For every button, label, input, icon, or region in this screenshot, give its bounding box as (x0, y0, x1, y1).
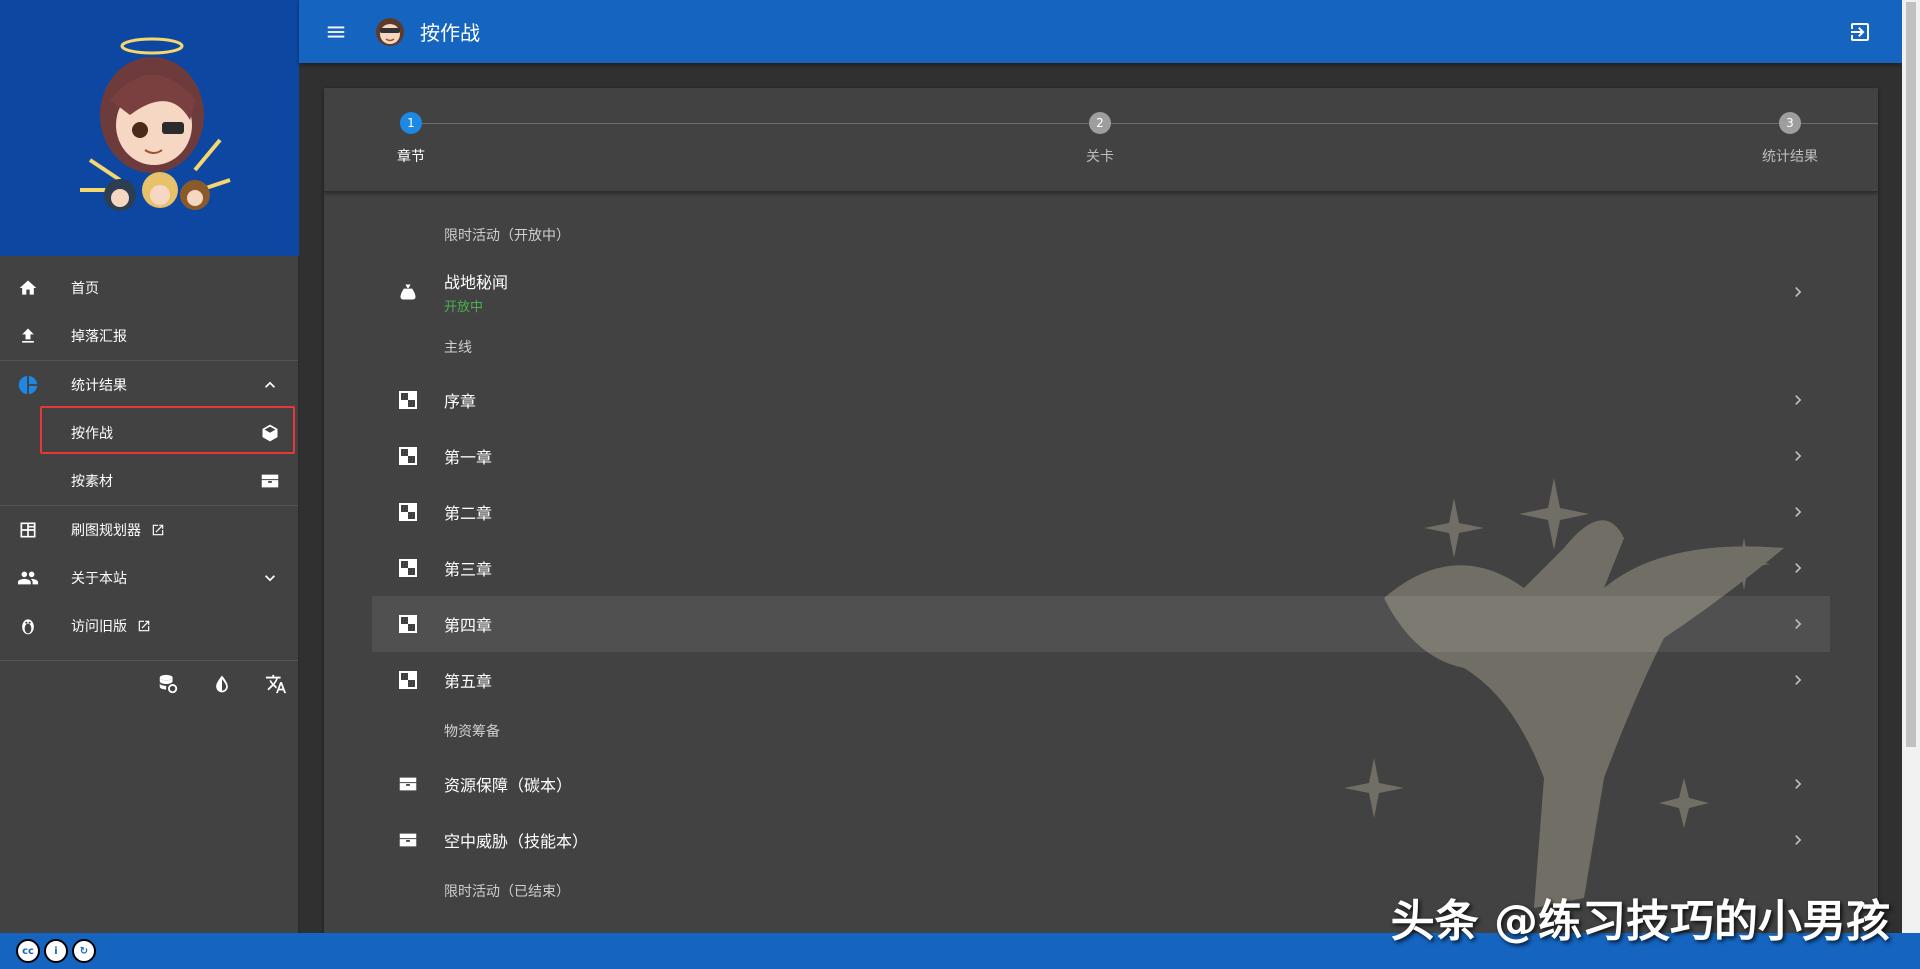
step-number: 3 (1779, 112, 1801, 134)
step-number: 2 (1089, 112, 1111, 134)
chest-icon (396, 828, 420, 852)
list-item-title: 空中威胁（技能本） (444, 832, 589, 851)
sidebar-item-label: 掉落汇报 (71, 329, 127, 345)
sidebar-nav: 首页 掉落汇报 统计结果 按作战 按素材 刷图规划器 关于本站 访问旧版 (0, 256, 298, 661)
sidebar-item-label: 首页 (71, 281, 99, 297)
step-results[interactable]: 3 统计结果 (1740, 112, 1840, 166)
selection-highlight-box (40, 406, 295, 454)
chapter-icon (396, 444, 420, 468)
share-alike-icon[interactable]: ↻ (72, 939, 96, 963)
sidebar-tools (156, 672, 288, 696)
list-item-title: 第一章 (444, 448, 493, 467)
translate-icon[interactable] (264, 672, 288, 696)
chapter-icon (396, 556, 420, 580)
list-item-chapter-1[interactable]: 第一章 (372, 428, 1830, 484)
chapter-icon (396, 612, 420, 636)
attribution-icon[interactable]: i (44, 939, 68, 963)
sidebar-item-report[interactable]: 掉落汇报 (0, 312, 298, 360)
chapter-icon (396, 668, 420, 692)
chapter-list: 限时活动（开放中） 战地秘闻 开放中 主线 序章 第一章 第二章 第三章 第四章… (324, 192, 1878, 916)
database-settings-icon[interactable] (156, 672, 180, 696)
sidebar-header (0, 0, 299, 256)
divider (0, 660, 298, 661)
list-item-title: 战地秘闻 (444, 273, 509, 292)
watermark: 头条 @练习技巧的小男孩 (1390, 896, 1890, 947)
people-icon (16, 566, 40, 590)
list-item-chapter-2[interactable]: 第二章 (372, 484, 1830, 540)
chest-icon (258, 469, 282, 493)
list-item-title: 第五章 (444, 672, 493, 691)
chapter-icon (396, 388, 420, 412)
external-link-icon (137, 619, 151, 633)
sidebar-item-legacy[interactable]: 访问旧版 (0, 602, 298, 650)
menu-icon[interactable] (324, 20, 348, 44)
step-stage[interactable]: 2 关卡 (1050, 112, 1150, 166)
list-item-chapter-4[interactable]: 第四章 (372, 596, 1830, 652)
cc-license-icon[interactable]: cc (16, 939, 40, 963)
list-item-title: 序章 (444, 392, 477, 411)
mascot-illustration (80, 37, 231, 211)
upload-icon (16, 324, 40, 348)
chapter-icon (396, 500, 420, 524)
sidebar: 首页 掉落汇报 统计结果 按作战 按素材 刷图规划器 关于本站 访问旧版 (0, 0, 299, 933)
step-label: 统计结果 (1762, 149, 1818, 165)
chest-icon (396, 772, 420, 796)
step-connector (422, 123, 1526, 124)
pie-chart-icon (16, 373, 40, 397)
sidebar-item-label: 关于本站 (71, 571, 127, 587)
sidebar-item-label: 访问旧版 (71, 619, 127, 635)
list-item-supply-skill[interactable]: 空中威胁（技能本） (372, 812, 1830, 868)
sidebar-item-about[interactable]: 关于本站 (0, 554, 298, 602)
list-item-title: 第四章 (444, 616, 493, 635)
chevron-up-icon (258, 373, 282, 397)
mascot-avatar (376, 17, 404, 46)
list-item-chapter-3[interactable]: 第三章 (372, 540, 1830, 596)
app-bar: 按作战 (299, 0, 1902, 63)
chevron-right-icon (1786, 828, 1810, 852)
stepper: 1 章节 2 关卡 3 统计结果 (324, 88, 1878, 192)
step-chapter[interactable]: 1 章节 (361, 112, 461, 166)
page-title: 按作战 (420, 21, 480, 45)
chevron-down-icon (258, 566, 282, 590)
home-icon (16, 276, 40, 300)
chevron-right-icon (1786, 500, 1810, 524)
sidebar-item-home[interactable]: 首页 (0, 264, 298, 312)
step-label: 关卡 (1086, 149, 1114, 165)
scrollbar-thumb[interactable] (1906, 2, 1916, 747)
list-item-event-open[interactable]: 战地秘闻 开放中 (372, 260, 1830, 324)
sidebar-item-label: 统计结果 (71, 378, 127, 394)
sidebar-item-label: 按素材 (71, 474, 113, 490)
list-item-title: 第二章 (444, 504, 493, 523)
logout-icon[interactable] (1848, 20, 1872, 44)
list-item-chapter-0[interactable]: 序章 (372, 372, 1830, 428)
status-badge: 开放中 (444, 300, 484, 315)
chevron-right-icon (1786, 556, 1810, 580)
list-item-chapter-5[interactable]: 第五章 (372, 652, 1830, 708)
planner-icon (16, 518, 40, 542)
step-number: 1 (400, 112, 422, 134)
penguin-icon (16, 614, 40, 638)
chevron-right-icon (1786, 612, 1810, 636)
list-item-supply-carbon[interactable]: 资源保障（碳本） (372, 756, 1830, 812)
step-label: 章节 (397, 149, 425, 165)
chevron-right-icon (1786, 668, 1810, 692)
sidebar-item-planner[interactable]: 刷图规划器 (0, 506, 298, 554)
external-link-icon (151, 523, 165, 537)
chevron-right-icon (1786, 388, 1810, 412)
chevron-right-icon (1786, 444, 1810, 468)
chevron-right-icon (1786, 772, 1810, 796)
list-item-title: 资源保障（碳本） (444, 776, 573, 795)
bag-icon (396, 280, 420, 304)
section-header: 主线 (444, 340, 472, 356)
sidebar-item-stats[interactable]: 统计结果 (0, 361, 298, 409)
section-header: 限时活动（开放中） (444, 228, 570, 244)
sidebar-item-label: 刷图规划器 (71, 523, 141, 539)
section-header: 物资筹备 (444, 724, 500, 740)
list-item-title: 第三章 (444, 560, 493, 579)
main-card: 1 章节 2 关卡 3 统计结果 限时活动（开放中） 战地秘闻 开放中 主线 序… (324, 88, 1878, 933)
theme-drop-icon[interactable] (210, 672, 234, 696)
sidebar-item-by-material[interactable]: 按素材 (0, 457, 298, 505)
chevron-right-icon (1786, 280, 1810, 304)
